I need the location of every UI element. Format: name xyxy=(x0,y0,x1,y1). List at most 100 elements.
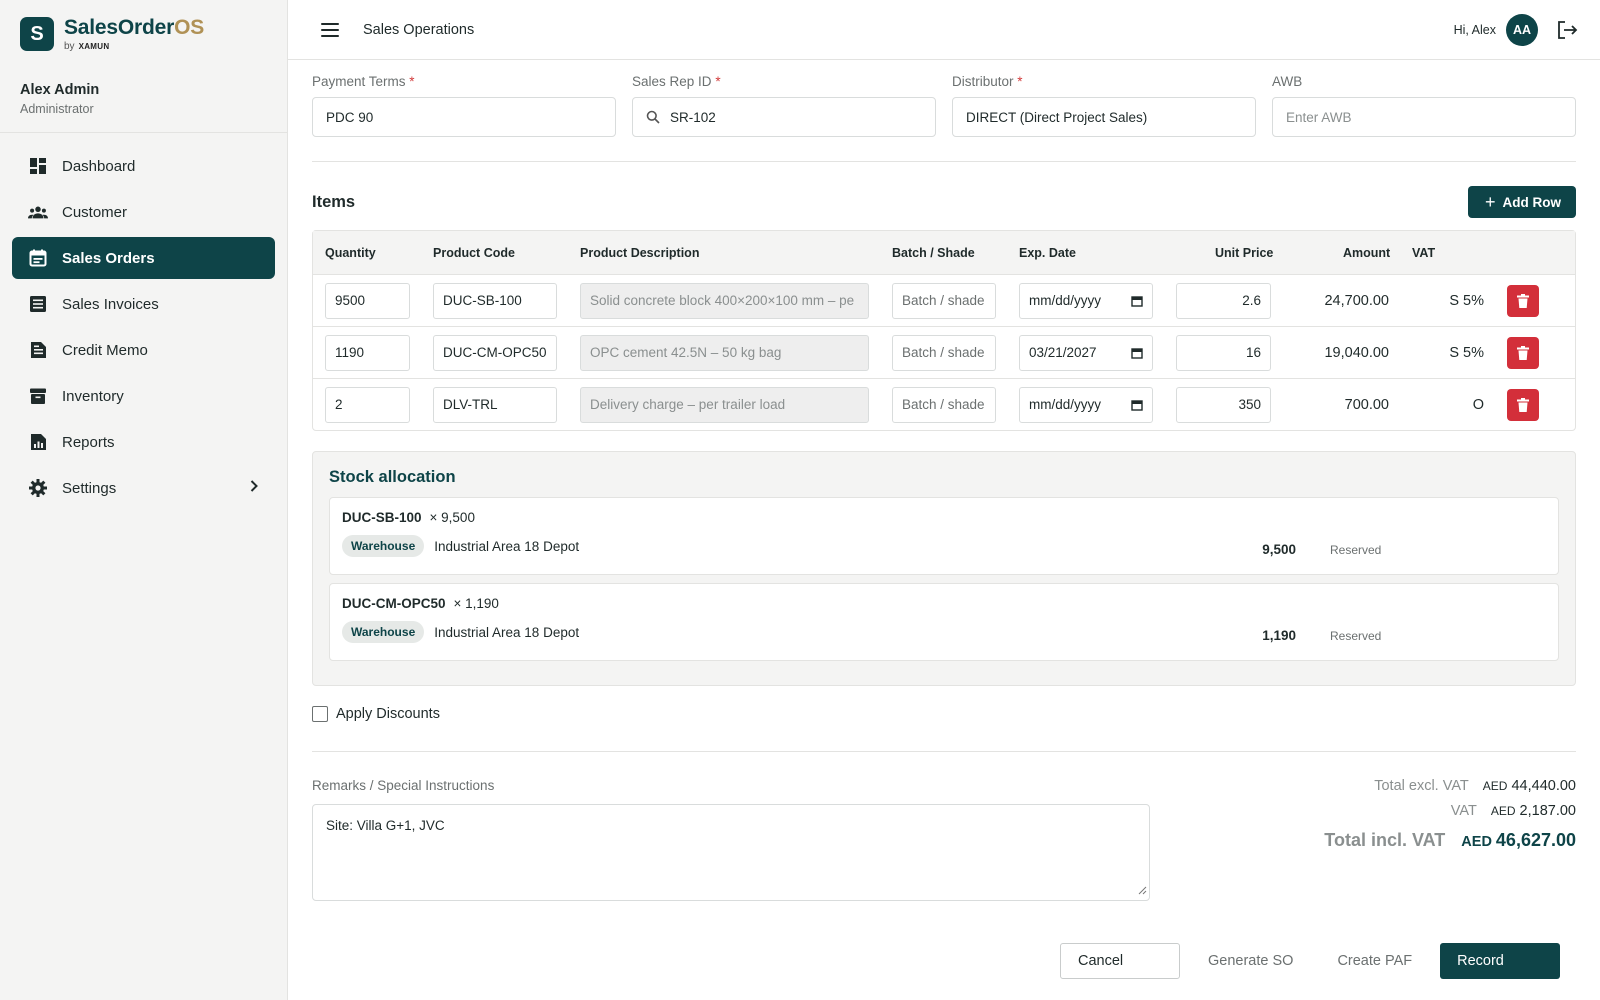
col-product-code: Product Code xyxy=(433,245,515,260)
sidebar-item-label: Credit Memo xyxy=(62,341,148,359)
apply-discounts[interactable]: Apply Discounts xyxy=(312,704,1576,724)
allocation-qty-label: × 9,500 xyxy=(429,510,475,525)
exp-date-input[interactable]: mm/dd/yyyy xyxy=(1019,282,1153,319)
remarks-label: Remarks / Special Instructions xyxy=(312,778,495,793)
chevron-right-icon xyxy=(249,479,259,497)
exp-date-input[interactable]: mm/dd/yyyy xyxy=(1019,386,1153,423)
calendar-picker-icon[interactable] xyxy=(1131,399,1143,411)
field-label: Sales Rep ID * xyxy=(632,74,721,89)
payment-terms-input[interactable]: PDC 90 xyxy=(312,97,616,137)
product-code-input[interactable]: DLV-TRL xyxy=(433,386,557,423)
sidebar-item-label: Reports xyxy=(62,433,115,451)
allocation-qty-label: × 1,190 xyxy=(453,596,499,611)
apply-discounts-checkbox[interactable] xyxy=(312,706,328,722)
product-code-input[interactable]: DUC-SB-100 xyxy=(433,282,557,319)
batch-shade-input[interactable]: Batch / shade xyxy=(892,334,996,371)
unit-price-input[interactable]: 350 xyxy=(1176,386,1271,423)
sales-rep-input[interactable]: SR-102 xyxy=(632,97,936,137)
items-title: Items xyxy=(312,192,356,211)
gear-icon xyxy=(28,478,48,498)
create-paf-button[interactable]: Create PAF xyxy=(1321,943,1428,979)
total-vat: VAT AED 2,187.00 xyxy=(1450,803,1576,819)
allocation-qty: 1,190 xyxy=(1262,628,1296,643)
warehouse-badge: Warehouse xyxy=(342,535,425,557)
delete-row-button[interactable] xyxy=(1507,336,1539,369)
field-label: Distributor * xyxy=(952,74,1023,89)
quantity-input[interactable]: 9500 xyxy=(325,282,410,319)
resize-handle-icon[interactable] xyxy=(1138,883,1147,898)
distributor-field: Distributor * DIRECT (Direct Project Sal… xyxy=(952,74,1256,137)
calendar-picker-icon[interactable] xyxy=(1131,347,1143,359)
sidebar-item-dashboard[interactable]: Dashboard xyxy=(12,145,275,187)
sidebar-item-sales-orders[interactable]: Sales Orders xyxy=(12,237,275,279)
sidebar-item-sales-invoices[interactable]: Sales Invoices xyxy=(12,283,275,325)
remarks-textarea[interactable]: Site: Villa G+1, JVC xyxy=(312,804,1150,901)
trash-icon xyxy=(1517,397,1529,412)
exp-date-input[interactable]: 03/21/2027 xyxy=(1019,334,1153,371)
allocation-card: DUC-CM-OPC50 × 1,190 Warehouse Industrial… xyxy=(329,583,1559,661)
menu-icon[interactable] xyxy=(321,22,339,37)
unit-price-input[interactable]: 2.6 xyxy=(1176,282,1271,319)
quantity-input[interactable]: 2 xyxy=(325,386,410,423)
sidebar-item-label: Customer xyxy=(62,203,128,221)
generate-so-button[interactable]: Generate SO xyxy=(1192,943,1309,979)
field-label: Payment Terms * xyxy=(312,74,415,89)
delete-row-button[interactable] xyxy=(1507,388,1539,421)
allocation-location: Industrial Area 18 Depot xyxy=(434,624,580,640)
plus-icon: + xyxy=(1484,192,1496,212)
amount-value: 19,040.00 xyxy=(1324,344,1389,361)
product-description-input: OPC cement 42.5N – 50 kg bag xyxy=(580,334,869,371)
distributor-input[interactable]: DIRECT (Direct Project Sales) xyxy=(952,97,1256,137)
items-table: Quantity Product Code Product Descriptio… xyxy=(312,230,1576,431)
brand-name: SalesOrderOS xyxy=(64,15,205,39)
form-actions: Cancel Generate SO Create PAF Record xyxy=(1060,943,1561,979)
total-incl-vat: Total incl. VAT AED 46,627.00 xyxy=(1324,830,1576,850)
field-label: AWB xyxy=(1272,74,1303,89)
allocation-status: Reserved xyxy=(1330,543,1382,557)
sidebar-item-label: Dashboard xyxy=(62,157,136,175)
awb-field: AWB Enter AWB xyxy=(1272,74,1576,137)
sidebar-item-settings[interactable]: Settings xyxy=(12,467,275,509)
allocation-status: Reserved xyxy=(1330,629,1382,643)
sidebar-item-label: Inventory xyxy=(62,387,124,405)
search-icon xyxy=(646,110,660,124)
maker-logo: XAMUN xyxy=(78,41,110,51)
sidebar-item-customer[interactable]: Customer xyxy=(12,191,275,233)
batch-shade-input[interactable]: Batch / shade xyxy=(892,386,996,423)
logout-icon[interactable] xyxy=(1556,20,1578,40)
unit-price-input[interactable]: 16 xyxy=(1176,334,1271,371)
delete-row-button[interactable] xyxy=(1507,284,1539,317)
col-product-description: Product Description xyxy=(580,245,700,260)
user-block: Alex Admin Administrator xyxy=(0,68,287,133)
table-row: 9500 DUC-SB-100 Solid concrete block 400… xyxy=(313,274,1575,326)
sidebar-item-credit-memo[interactable]: Credit Memo xyxy=(12,329,275,371)
amount-value: 24,700.00 xyxy=(1324,292,1389,309)
main-content: Payment Terms * PDC 90 Sales Rep ID * SR… xyxy=(312,60,1576,901)
col-vat: VAT xyxy=(1412,245,1436,260)
cancel-button[interactable]: Cancel xyxy=(1060,943,1180,979)
sidebar-item-reports[interactable]: Reports xyxy=(12,421,275,463)
allocation-code: DUC-SB-100 xyxy=(342,510,422,525)
sidebar-item-inventory[interactable]: Inventory xyxy=(12,375,275,417)
col-batch-shade: Batch / Shade xyxy=(892,245,975,260)
record-button[interactable]: Record xyxy=(1440,943,1561,979)
page-title: Sales Operations xyxy=(363,21,475,38)
top-bar: Sales Operations Hi, Alex AA xyxy=(288,0,1600,60)
col-exp-date: Exp. Date xyxy=(1019,245,1076,260)
archive-icon xyxy=(28,386,48,406)
customer-icon xyxy=(28,202,48,222)
calendar-picker-icon[interactable] xyxy=(1131,295,1143,307)
brand[interactable]: S SalesOrderOS by XAMUN xyxy=(0,0,287,68)
avatar[interactable]: AA xyxy=(1506,13,1538,46)
add-row-button[interactable]: + Add Row xyxy=(1467,186,1576,218)
totals: Total excl. VAT AED 44,440.00 VAT AED 2,187.… xyxy=(1324,778,1576,901)
awb-input[interactable]: Enter AWB xyxy=(1272,97,1576,137)
dashboard-icon xyxy=(28,156,48,176)
greeting: Hi, Alex xyxy=(1453,22,1496,37)
product-code-input[interactable]: DUC-CM-OPC50 xyxy=(433,334,557,371)
stock-title: Stock allocation xyxy=(329,468,456,486)
col-unit-price: Unit Price xyxy=(1215,245,1274,260)
batch-shade-input[interactable]: Batch / shade xyxy=(892,282,996,319)
vat-value: O xyxy=(1472,396,1484,413)
quantity-input[interactable]: 1190 xyxy=(325,334,410,371)
